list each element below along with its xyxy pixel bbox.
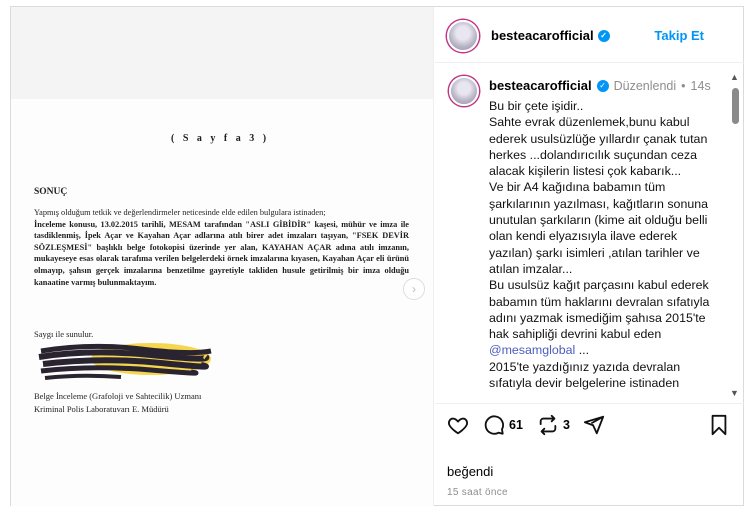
time-ago: 14s — [690, 78, 711, 93]
signer-title-1: Belge İnceleme (Grafoloji ve Sahtecilik)… — [34, 391, 202, 401]
likes-summary[interactable]: beğendi — [447, 464, 493, 479]
verified-badge-icon: ✓ — [596, 79, 609, 92]
post-header: besteacarofficial ✓ Takip Et — [435, 7, 744, 63]
share-button[interactable] — [583, 414, 605, 436]
signer-title-2: Kriminal Polis Laboratuvarı E. Müdürü — [34, 404, 169, 414]
save-button[interactable] — [709, 414, 729, 436]
verified-badge-icon: ✓ — [597, 29, 610, 42]
repost-icon — [539, 414, 557, 436]
like-button[interactable] — [447, 414, 469, 436]
caption-body: Bu bir çete işidir.. Sahte evrak düzenle… — [489, 99, 710, 342]
action-bar: 61 3 — [435, 412, 744, 442]
redacted-signature-scribble — [38, 343, 212, 380]
comment-icon — [484, 415, 504, 435]
caption-username[interactable]: besteacarofficial — [489, 78, 592, 93]
username-text[interactable]: besteacarofficial — [491, 28, 594, 43]
next-media-button[interactable]: › — [403, 278, 425, 300]
caption-text: Bu bir çete işidir.. Sahte evrak düzenle… — [489, 98, 717, 391]
post-media[interactable]: ( S a y f a 3 ) SONUÇ Yapmış olduğum tet… — [11, 7, 434, 506]
document-paragraph-2: İnceleme konusu, 13.02.2015 tarihli, MES… — [34, 219, 409, 287]
caption-header: besteacarofficial ✓ Düzenlendi • 14s — [489, 78, 711, 93]
send-icon — [583, 415, 605, 435]
document-body: Yapmış olduğum tetkik ve değerlendirmele… — [34, 207, 409, 288]
document-paragraph-1: Yapmış olduğum tetkik ve değerlendirmele… — [34, 208, 326, 217]
caption-avatar[interactable] — [449, 76, 479, 106]
instagram-post: ( S a y f a 3 ) SONUÇ Yapmış olduğum tet… — [10, 6, 744, 506]
repost-button[interactable]: 3 — [537, 414, 570, 436]
chevron-right-icon: › — [412, 282, 416, 296]
avatar[interactable] — [447, 20, 479, 52]
mention-link[interactable]: @mesamglobal — [489, 343, 575, 357]
scroll-down-icon[interactable]: ▼ — [730, 388, 739, 398]
follow-button[interactable]: Takip Et — [654, 28, 704, 43]
header-username[interactable]: besteacarofficial ✓ — [491, 28, 610, 43]
scroll-up-icon[interactable]: ▲ — [730, 72, 739, 82]
bookmark-icon — [711, 414, 727, 436]
comment-button[interactable]: 61 — [483, 414, 523, 436]
scrollbar[interactable]: ▲ ▼ — [728, 64, 742, 403]
document-image: ( S a y f a 3 ) SONUÇ Yapmış olduğum tet… — [11, 99, 433, 506]
comment-count: 61 — [509, 418, 523, 432]
scrollbar-thumb[interactable] — [732, 88, 739, 124]
heart-icon — [448, 417, 468, 435]
caption-area: besteacarofficial ✓ Düzenlendi • 14s Bu … — [435, 64, 744, 404]
dot-separator: • — [681, 78, 686, 93]
edited-label: Düzenlendi — [613, 78, 677, 93]
post-timestamp[interactable]: 15 saat önce — [447, 487, 508, 498]
post-side-panel: besteacarofficial ✓ Takip Et besteacarof… — [435, 7, 744, 506]
repost-count: 3 — [563, 418, 570, 432]
section-title: SONUÇ — [34, 187, 68, 197]
page-label: ( S a y f a 3 ) — [171, 133, 270, 144]
